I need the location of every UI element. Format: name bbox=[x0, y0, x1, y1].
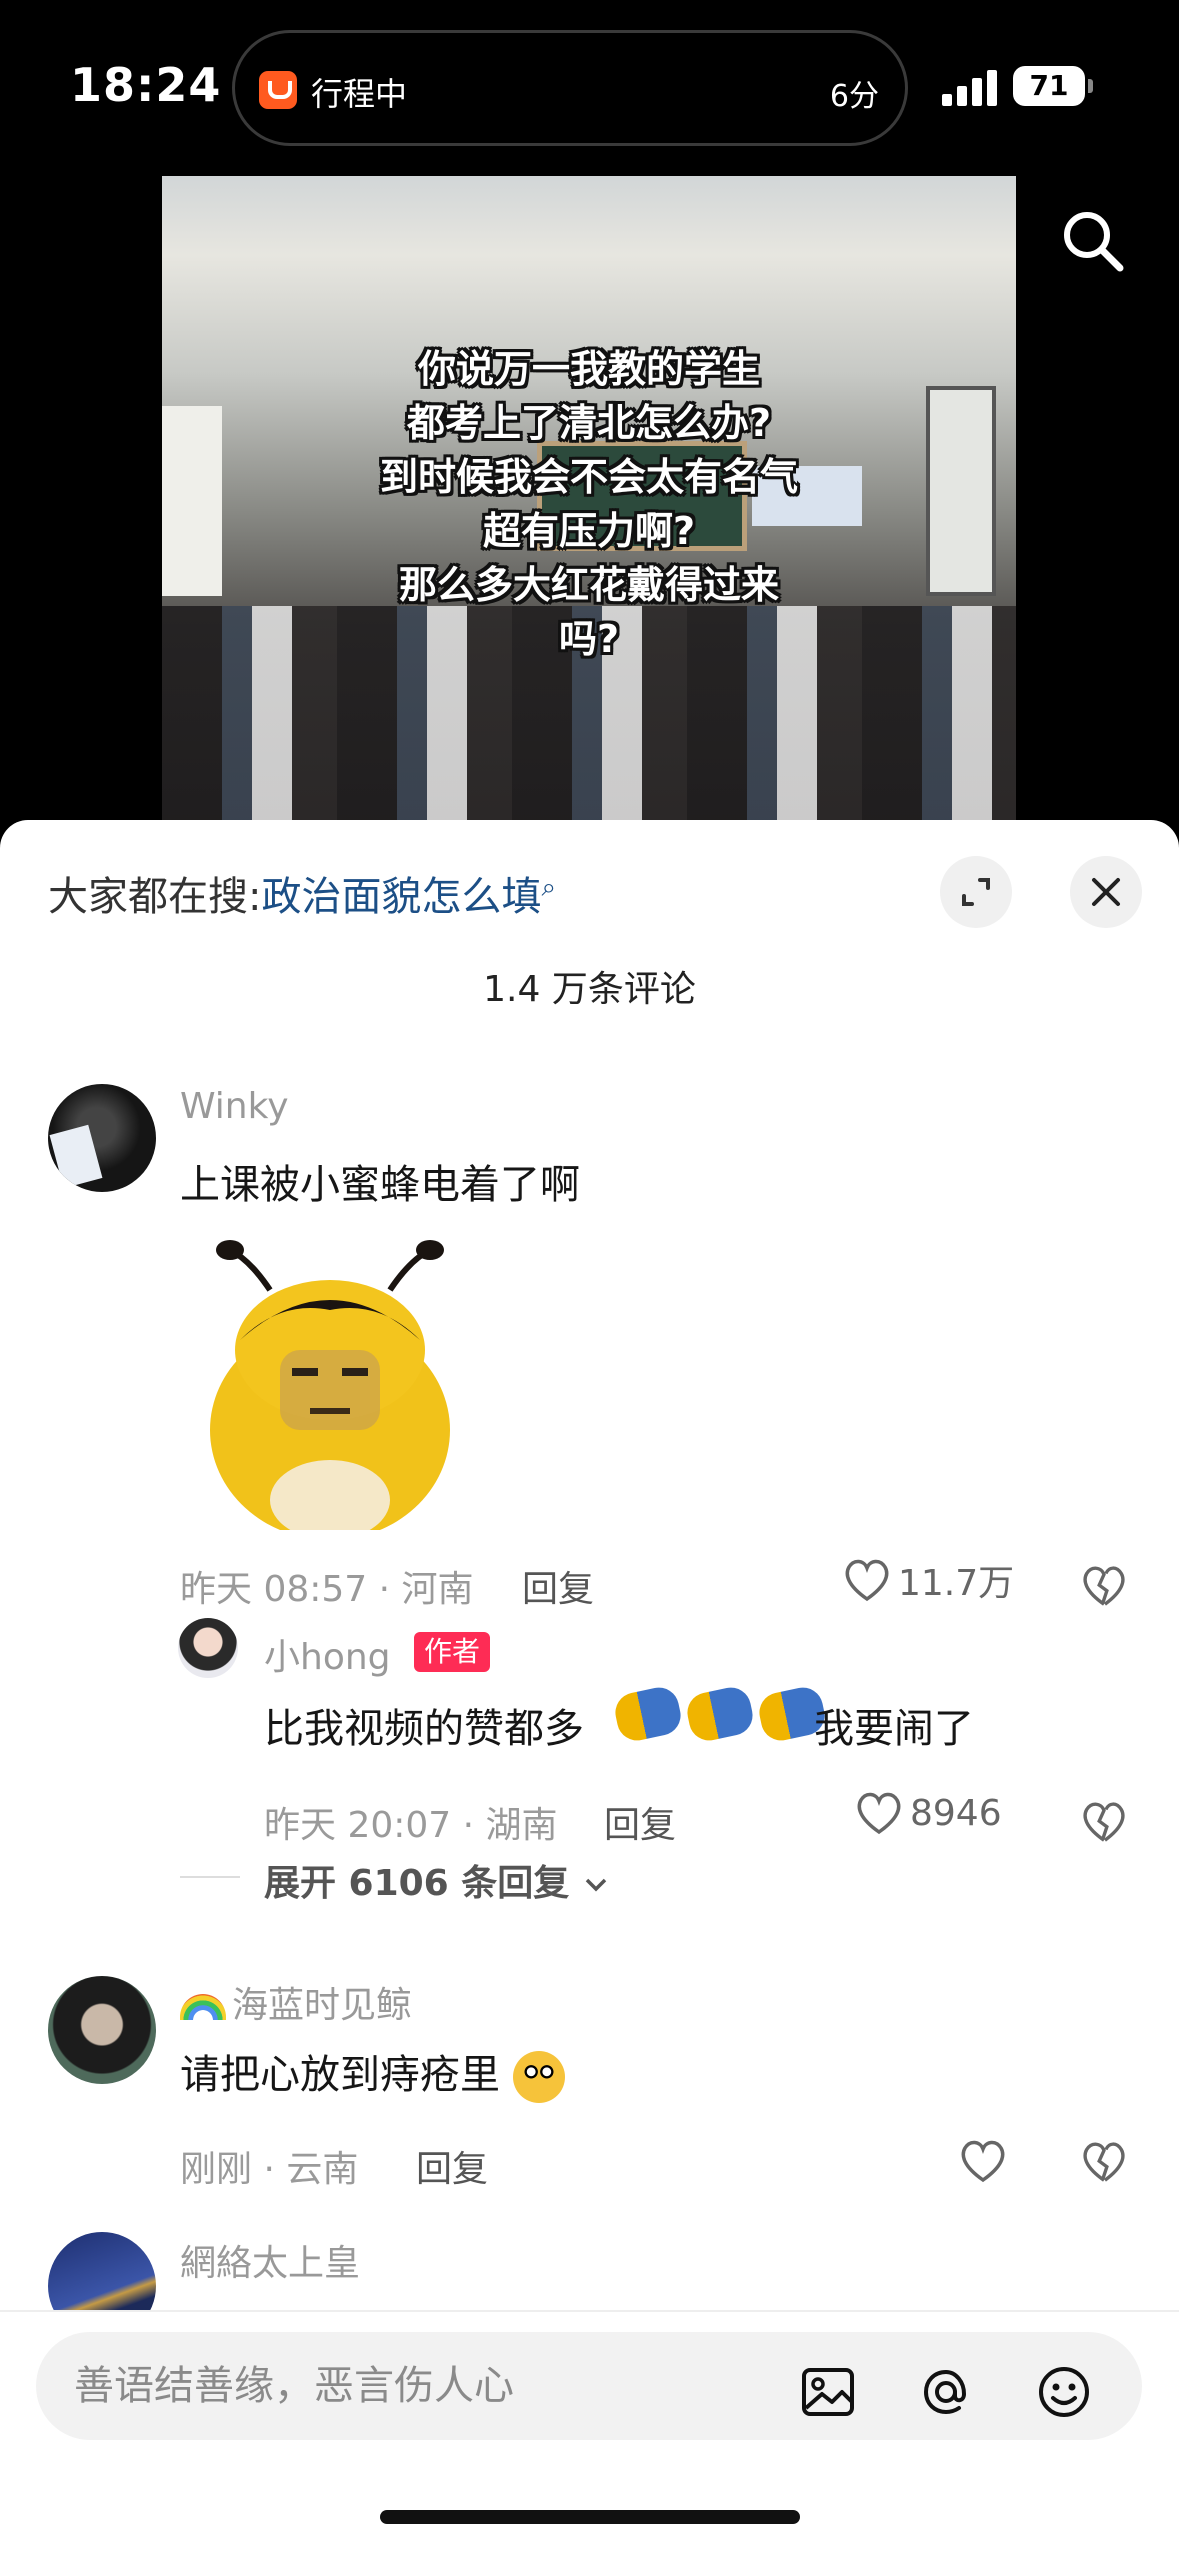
caption-line: 都考上了清北怎么办? bbox=[406, 401, 772, 445]
comment-text: 比我视频的赞都多 bbox=[264, 1706, 584, 1752]
close-button[interactable] bbox=[1070, 856, 1142, 928]
heart-icon bbox=[845, 1559, 889, 1602]
broken-heart-icon[interactable] bbox=[1080, 1798, 1128, 1846]
comment-meta: 昨天 20:07 · 湖南 bbox=[264, 1805, 558, 1846]
avatar[interactable] bbox=[178, 1618, 238, 1678]
comment-count: 1.4 万条评论 bbox=[483, 969, 696, 1010]
video-caption: 你说万一我教的学生 都考上了清北怎么办? 到时候我会不会太有名气 超有压力啊? … bbox=[162, 342, 1016, 666]
live-activity[interactable]: 行程中 6分 bbox=[232, 30, 908, 146]
reply-button[interactable]: 回复 bbox=[604, 1796, 676, 1848]
reply-button[interactable]: 回复 bbox=[416, 2140, 488, 2192]
comment-meta: 刚刚 · 云南 bbox=[180, 2149, 359, 2190]
cellular-signal-icon bbox=[942, 70, 998, 106]
close-icon bbox=[1092, 878, 1120, 906]
like-button[interactable]: 8946 bbox=[854, 1790, 1002, 1836]
comment-username[interactable]: Winky bbox=[180, 1086, 289, 1127]
comment-text-row: 请把心放到痔疮里 bbox=[180, 2042, 565, 2103]
caption-line: 超有压力啊? bbox=[482, 509, 696, 553]
dancing-emoji-icon bbox=[611, 1683, 685, 1745]
search-icon[interactable] bbox=[1058, 206, 1128, 276]
avatar[interactable] bbox=[48, 1084, 156, 1192]
expand-button[interactable] bbox=[940, 856, 1012, 928]
like-count: 11.7万 bbox=[898, 1563, 1015, 1604]
home-indicator[interactable] bbox=[380, 2510, 800, 2524]
comment-text: 请把心放到痔疮里 bbox=[180, 2052, 500, 2098]
status-time: 18:24 bbox=[70, 58, 222, 112]
battery-icon: 71 bbox=[1013, 66, 1093, 106]
rainbow-icon bbox=[180, 1994, 226, 2020]
chevron-down-icon bbox=[585, 1878, 607, 1892]
caption-line: 那么多大红花戴得过来 bbox=[398, 563, 779, 607]
dizzy-face-emoji-icon bbox=[512, 2051, 565, 2103]
reply-button[interactable]: 回复 bbox=[522, 1560, 594, 1612]
trending-search[interactable]: 大家都在搜:政治面貌怎么填⌕ bbox=[48, 864, 556, 922]
heart-icon bbox=[857, 1792, 901, 1835]
author-badge: 作者 bbox=[414, 1632, 491, 1672]
dancing-emoji-icon bbox=[683, 1683, 757, 1745]
video-player[interactable]: 你说万一我教的学生 都考上了清北怎么办? 到时候我会不会太有名气 超有压力啊? … bbox=[162, 176, 1016, 836]
caption-line: 到时候我会不会太有名气 bbox=[379, 455, 798, 499]
search-small-icon: ⌕ bbox=[541, 872, 557, 903]
image-icon[interactable] bbox=[798, 2362, 858, 2422]
comments-sheet: 大家都在搜:政治面貌怎么填⌕ 1.4 万条评论 Winky 上课被小蜜蜂电着了啊… bbox=[0, 820, 1179, 2556]
comment-username[interactable]: 小hong bbox=[264, 1628, 391, 1680]
expand-replies-button[interactable]: 展开 6106 条回复 bbox=[264, 1854, 610, 1906]
comment-input-container[interactable] bbox=[36, 2332, 1142, 2440]
caption-line: 你说万一我教的学生 bbox=[417, 347, 760, 391]
bee-sticker-image[interactable] bbox=[180, 1230, 480, 1530]
comment-username[interactable]: 網絡太上皇 bbox=[180, 2234, 360, 2286]
trending-prefix: 大家都在搜: bbox=[48, 874, 262, 920]
avatar[interactable] bbox=[48, 1976, 156, 2084]
comment-text: 上课被小蜜蜂电着了啊 bbox=[180, 1162, 580, 1208]
broken-heart-icon[interactable] bbox=[1080, 2138, 1128, 2186]
like-count: 8946 bbox=[910, 1792, 1002, 1834]
expand-replies-label: 展开 6106 条回复 bbox=[264, 1863, 570, 1904]
comment-username-row[interactable]: 海蓝时见鲸 bbox=[180, 1976, 412, 2028]
like-button[interactable]: 11.7万 bbox=[842, 1554, 1014, 1606]
comment-meta: 昨天 08:57 · 河南 bbox=[180, 1569, 474, 1610]
comment-text-suffix: 我要闹了 bbox=[814, 1706, 974, 1752]
trending-query[interactable]: 政治面貌怎么填 bbox=[261, 874, 541, 920]
divider bbox=[180, 1876, 240, 1878]
live-activity-label: 行程中 bbox=[311, 75, 408, 113]
emoji-group bbox=[611, 1683, 829, 1745]
live-activity-eta: 6分 bbox=[829, 79, 879, 114]
at-icon[interactable] bbox=[916, 2362, 976, 2422]
comment-username: 海蓝时见鲸 bbox=[232, 1985, 413, 2026]
expand-icon bbox=[962, 878, 990, 906]
ride-app-icon bbox=[259, 71, 297, 109]
caption-line: 吗? bbox=[558, 617, 620, 661]
heart-icon[interactable] bbox=[958, 2138, 1008, 2184]
emoji-icon[interactable] bbox=[1034, 2362, 1094, 2422]
broken-heart-icon[interactable] bbox=[1080, 1562, 1128, 1610]
comment-input[interactable] bbox=[74, 2332, 774, 2440]
